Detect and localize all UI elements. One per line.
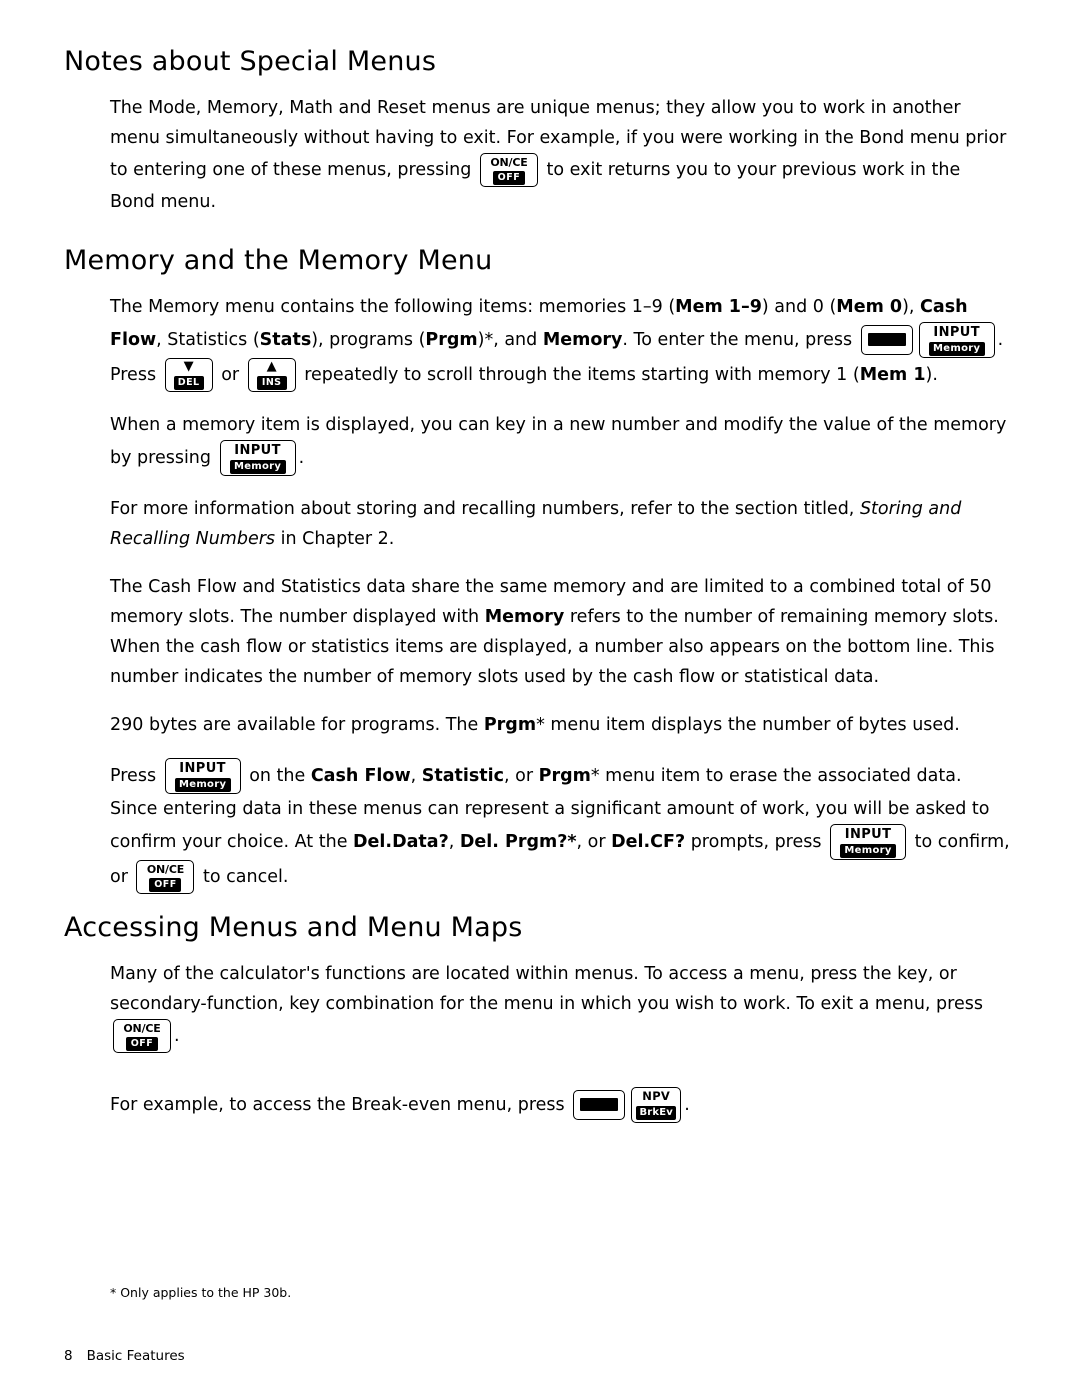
paragraph-memory-3: For more information about storing and r…	[110, 499, 962, 550]
key-label-bottom: OFF	[492, 171, 525, 185]
emphasis-bold: Prgm	[425, 330, 478, 351]
key-label-bottom: INS	[256, 376, 287, 390]
key-label-top: INPUT	[179, 761, 226, 777]
document-page: Notes about Special Menus The Mode, Memo…	[0, 0, 1080, 1397]
key-label-top: INPUT	[933, 325, 980, 341]
paragraph-memory-6: Press INPUT Memory on the Cash Flow, Stat…	[110, 758, 1010, 895]
npv-brkev-key: NPV BrkEv	[631, 1087, 682, 1124]
input-memory-key: INPUT Memory	[219, 440, 296, 477]
emphasis-bold: Mem 1–9	[675, 297, 762, 318]
key-label-top: INPUT	[234, 443, 281, 459]
input-memory-key: INPUT Memory	[830, 824, 907, 861]
page-number: 8	[64, 1348, 73, 1364]
emphasis-italic: Storing and Recalling Numbers	[110, 499, 962, 550]
emphasis-bold: Cash Flow	[310, 766, 411, 787]
emphasis-bold: Del.CF?	[611, 832, 686, 853]
key-label-bottom: BrkEv	[636, 1105, 677, 1120]
emphasis-bold: Prgm	[538, 766, 591, 787]
key-label-top: ON/CE	[146, 863, 185, 877]
section-body-memory: The Memory menu contains the following i…	[110, 292, 1010, 895]
emphasis-bold: Mem 0	[836, 297, 903, 318]
key-label-top: ON/CE	[490, 156, 528, 170]
emphasis-bold: Stats	[259, 330, 312, 351]
paragraph-memory-4: The Cash Flow and Statistics data share …	[110, 577, 999, 688]
key-label-top: NPV	[642, 1089, 671, 1104]
section-body-special-menus: The Mode, Memory, Math and Reset menus a…	[110, 93, 1010, 217]
heading-notes-about-special-menus: Notes about Special Menus	[64, 46, 437, 77]
emphasis-bold: Prgm	[483, 715, 537, 736]
emphasis-bold: Statistic	[421, 766, 505, 787]
shift-key	[860, 325, 913, 356]
page-footer-label: Basic Features	[86, 1348, 185, 1364]
emphasis-bold: Memory	[542, 330, 623, 351]
up-arrow-icon: ▲	[266, 359, 277, 375]
input-memory-key: INPUT Memory	[164, 758, 241, 795]
on-ce-off-key: ON/CE OFF	[479, 153, 538, 188]
key-label-bottom: Memory	[174, 778, 231, 793]
key-label-bottom: OFF	[126, 1037, 158, 1051]
footnote: * Only applies to the HP 30b.	[110, 1285, 292, 1300]
key-label-bottom: Memory	[229, 460, 286, 475]
paragraph-special-menus-1: The Mode, Memory, Math and Reset menus a…	[110, 98, 1007, 213]
key-label-bottom: OFF	[149, 878, 182, 892]
emphasis-bold: Memory	[484, 607, 565, 628]
section-body-accessing: Many of the calculator's functions are l…	[110, 959, 1010, 1124]
input-memory-key: INPUT Memory	[918, 322, 995, 359]
shift-key	[573, 1090, 626, 1121]
key-label-top: ON/CE	[123, 1022, 161, 1036]
emphasis-bold: Del.Data?	[353, 832, 449, 853]
up-arrow-ins-key: ▲ INS	[247, 358, 296, 393]
key-label-bottom: Memory	[840, 844, 897, 859]
key-label-bottom: Memory	[928, 342, 985, 357]
key-label-bottom: DEL	[173, 376, 204, 390]
emphasis-bold: Del. Prgm?*	[459, 832, 577, 853]
heading-memory-and-the-memory-menu: Memory and the Memory Menu	[64, 245, 493, 277]
paragraph-accessing-2: For example, to access the Break-even me…	[110, 1087, 1010, 1124]
paragraph-memory-1: The Memory menu contains the following i…	[110, 292, 1010, 393]
down-arrow-del-key: ▼ DEL	[164, 358, 213, 393]
paragraph-memory-5: 290 bytes are available for programs. Th…	[110, 715, 960, 736]
shift-key-bar	[580, 1098, 619, 1112]
down-arrow-icon: ▼	[183, 359, 194, 375]
on-ce-off-key: ON/CE OFF	[136, 860, 195, 895]
page-footer: 8 Basic Features	[64, 1348, 185, 1364]
key-label-top: INPUT	[844, 827, 892, 843]
paragraph-accessing-1: Many of the calculator's functions are l…	[110, 959, 1010, 1054]
paragraph-memory-2: When a memory item is displayed, you can…	[110, 410, 1010, 477]
emphasis-bold: Mem 1	[859, 365, 926, 386]
shift-key-bar	[867, 333, 906, 347]
heading-accessing-menus-and-menu-maps: Accessing Menus and Menu Maps	[64, 912, 523, 944]
on-ce-off-key: ON/CE OFF	[113, 1019, 171, 1054]
